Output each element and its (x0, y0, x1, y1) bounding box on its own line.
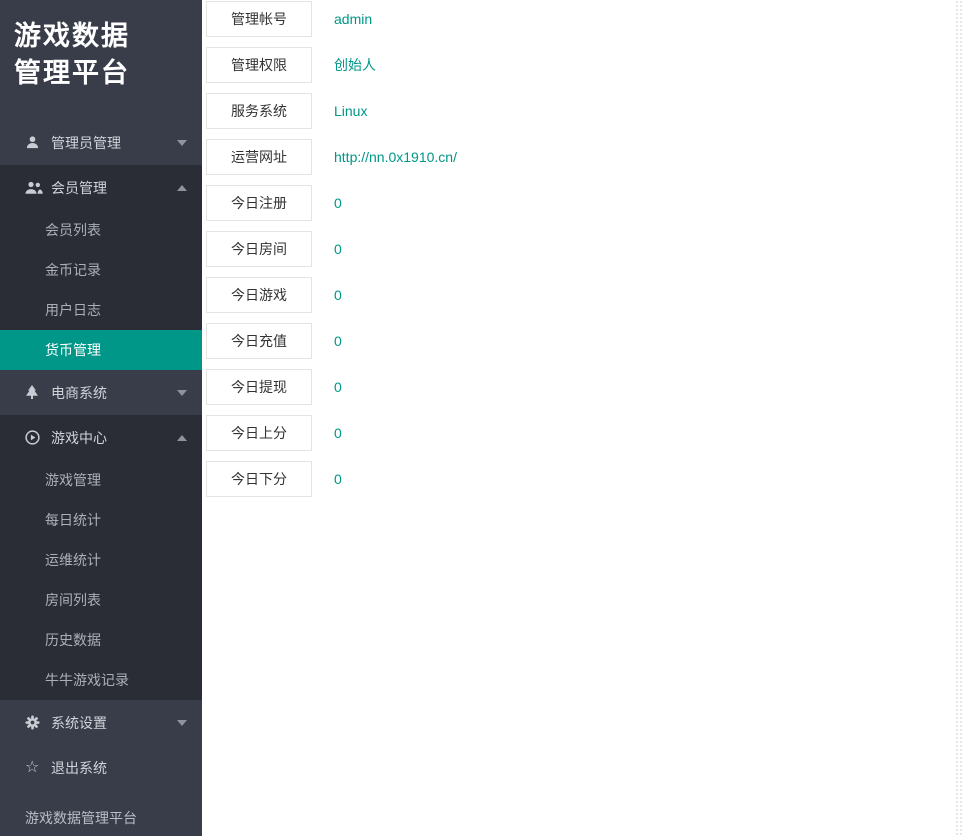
sidebar-subitem-ops-stats[interactable]: 运维统计 (0, 540, 202, 580)
sidebar-subitem-daily-stats[interactable]: 每日统计 (0, 500, 202, 540)
sidebar-subitem-gold-records[interactable]: 金币记录 (0, 250, 202, 290)
gear-icon (25, 715, 47, 730)
info-row-today-withdrawals: 今日提现 0 (202, 364, 963, 410)
users-icon (25, 181, 47, 195)
field-value: 0 (334, 195, 342, 211)
sidebar-item-label: 电商系统 (51, 383, 107, 403)
sidebar-subitem-label: 每日统计 (45, 510, 101, 530)
field-label: 今日上分 (206, 415, 312, 451)
field-label: 今日游戏 (206, 277, 312, 313)
sidebar-subitem-label: 会员列表 (45, 220, 101, 240)
info-row-server-system: 服务系统 Linux (202, 88, 963, 134)
sidebar-item-game-center[interactable]: 游戏中心 (0, 415, 202, 460)
app-logo: 游戏数据 管理平台 (0, 0, 202, 120)
field-label: 运营网址 (206, 139, 312, 175)
sidebar-subitem-label: 用户日志 (45, 300, 101, 320)
info-row-today-games: 今日游戏 0 (202, 272, 963, 318)
field-value: admin (334, 11, 372, 27)
field-value-url[interactable]: http://nn.0x1910.cn/ (334, 149, 457, 165)
field-label: 今日下分 (206, 461, 312, 497)
field-label: 今日房间 (206, 231, 312, 267)
field-label: 服务系统 (206, 93, 312, 129)
field-label: 今日注册 (206, 185, 312, 221)
star-icon: ☆ (25, 760, 47, 776)
sidebar-group-member-management: 会员管理 会员列表 金币记录 用户日志 货币管理 (0, 165, 202, 370)
info-row-admin-account: 管理帐号 admin (202, 0, 963, 42)
info-row-today-rooms: 今日房间 0 (202, 226, 963, 272)
sidebar-nav: 管理员管理 会员管理 会员列表 金币记录 用户日志 (0, 120, 202, 790)
sidebar-subitem-label: 房间列表 (45, 590, 101, 610)
sidebar-subitem-label: 牛牛游戏记录 (45, 670, 129, 690)
sidebar-item-ecommerce-system[interactable]: 电商系统 (0, 370, 202, 415)
main-content: 管理帐号 admin 管理权限 创始人 服务系统 Linux 运营网址 http… (202, 0, 963, 836)
field-value: 0 (334, 379, 342, 395)
logo-line-2: 管理平台 (14, 55, 202, 92)
field-value: 创始人 (334, 55, 376, 75)
sidebar-item-label: 游戏中心 (51, 428, 107, 448)
info-row-site-url: 运营网址 http://nn.0x1910.cn/ (202, 134, 963, 180)
logo-line-1: 游戏数据 (14, 18, 202, 55)
sidebar-item-logout[interactable]: ☆ 退出系统 (0, 745, 202, 790)
app-window: 游戏数据 管理平台 管理员管理 会员管理 (0, 0, 963, 836)
field-label: 管理权限 (206, 47, 312, 83)
sidebar-item-admin-management[interactable]: 管理员管理 (0, 120, 202, 165)
info-rows: 管理帐号 admin 管理权限 创始人 服务系统 Linux 运营网址 http… (202, 0, 963, 502)
sidebar-subitem-label: 历史数据 (45, 630, 101, 650)
user-icon (25, 135, 47, 150)
sidebar-item-label: 会员管理 (51, 178, 107, 198)
sidebar-subitem-game-management[interactable]: 游戏管理 (0, 460, 202, 500)
info-row-today-recharge: 今日充值 0 (202, 318, 963, 364)
sidebar-subitem-user-logs[interactable]: 用户日志 (0, 290, 202, 330)
sidebar-item-system-settings[interactable]: 系统设置 (0, 700, 202, 745)
scrollbar-track[interactable] (955, 0, 963, 836)
sidebar-subitem-niuniu-game-records[interactable]: 牛牛游戏记录 (0, 660, 202, 700)
play-circle-icon (25, 430, 47, 445)
field-label: 管理帐号 (206, 1, 312, 37)
field-value: 0 (334, 333, 342, 349)
field-value: 0 (334, 241, 342, 257)
info-row-admin-permission: 管理权限 创始人 (202, 42, 963, 88)
sidebar-subitem-label: 游戏管理 (45, 470, 101, 490)
sidebar-subitem-history-data[interactable]: 历史数据 (0, 620, 202, 660)
tree-icon (25, 385, 47, 400)
chevron-up-icon (177, 185, 187, 191)
sidebar-subitem-label: 金币记录 (45, 260, 101, 280)
sidebar-item-member-management[interactable]: 会员管理 (0, 165, 202, 210)
sidebar-subitem-room-list[interactable]: 房间列表 (0, 580, 202, 620)
sidebar-item-label: 退出系统 (51, 758, 107, 778)
field-value: 0 (334, 425, 342, 441)
sidebar-group-game-center: 游戏中心 游戏管理 每日统计 运维统计 房间列表 历史数据 (0, 415, 202, 700)
field-label: 今日充值 (206, 323, 312, 359)
sidebar-subitem-label: 货币管理 (45, 340, 101, 360)
chevron-up-icon (177, 435, 187, 441)
chevron-down-icon (177, 390, 187, 396)
info-row-today-registrations: 今日注册 0 (202, 180, 963, 226)
field-label: 今日提现 (206, 369, 312, 405)
field-value: 0 (334, 471, 342, 487)
chevron-down-icon (177, 720, 187, 726)
field-value: 0 (334, 287, 342, 303)
sidebar-footer-title: 游戏数据管理平台 (25, 808, 137, 828)
info-row-today-points-removed: 今日下分 0 (202, 456, 963, 502)
chevron-down-icon (177, 140, 187, 146)
sidebar-item-label: 管理员管理 (51, 133, 121, 153)
sidebar-subitem-member-list[interactable]: 会员列表 (0, 210, 202, 250)
info-row-today-points-added: 今日上分 0 (202, 410, 963, 456)
sidebar-subitem-currency-management[interactable]: 货币管理 (0, 330, 202, 370)
field-value: Linux (334, 103, 367, 119)
sidebar-item-label: 系统设置 (51, 713, 107, 733)
sidebar-subitem-label: 运维统计 (45, 550, 101, 570)
sidebar: 游戏数据 管理平台 管理员管理 会员管理 (0, 0, 202, 836)
